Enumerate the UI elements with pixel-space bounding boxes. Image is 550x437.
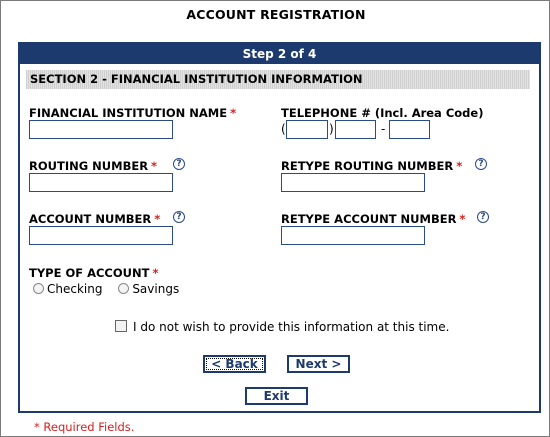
account-type-label-text: TYPE OF ACCOUNT (29, 266, 150, 280)
savings-option[interactable]: Savings (118, 282, 179, 296)
savings-label: Savings (132, 282, 180, 296)
retype-routing-label: RETYPE ROUTING NUMBER * (281, 159, 462, 173)
routing-number-label-text: ROUTING NUMBER (29, 159, 149, 173)
savings-radio[interactable] (118, 283, 130, 294)
institution-name-input[interactable] (29, 120, 173, 139)
account-number-label-text: ACCOUNT NUMBER (29, 212, 152, 226)
required-marker: * (459, 212, 466, 226)
institution-name-label-text: FINANCIAL INSTITUTION NAME (29, 106, 228, 120)
phone-close-paren: ) (329, 122, 334, 136)
phone-line-input[interactable] (389, 120, 430, 139)
phone-area-code-input[interactable] (286, 120, 328, 139)
account-number-input[interactable] (29, 226, 173, 245)
required-marker: * (152, 266, 159, 280)
retype-account-label: RETYPE ACCOUNT NUMBER * (281, 212, 465, 226)
retype-routing-help-icon[interactable]: ? (475, 158, 487, 170)
required-fields-note: * Required Fields. (34, 420, 135, 434)
account-type-options: Checking Savings (33, 282, 179, 296)
back-button[interactable]: < Back (203, 355, 266, 373)
opt-out-label[interactable]: I do not wish to provide this informatio… (133, 320, 449, 334)
retype-routing-label-text: RETYPE ROUTING NUMBER (281, 159, 454, 173)
required-marker: * (230, 106, 237, 120)
phone-open-paren: ( (281, 122, 286, 136)
phone-dash: - (381, 122, 386, 136)
checking-radio[interactable] (33, 283, 44, 294)
retype-routing-input[interactable] (281, 173, 425, 192)
required-marker: * (151, 159, 158, 173)
retype-account-input[interactable] (281, 226, 425, 245)
required-marker: * (456, 159, 463, 173)
page-title: ACCOUNT REGISTRATION (186, 7, 366, 22)
routing-number-label: ROUTING NUMBER * (29, 159, 157, 173)
section-heading: SECTION 2 - FINANCIAL INSTITUTION INFORM… (26, 70, 530, 89)
phone-prefix-input[interactable] (335, 120, 376, 139)
routing-help-icon[interactable]: ? (173, 158, 185, 170)
exit-button[interactable]: Exit (245, 387, 308, 405)
retype-account-help-icon[interactable]: ? (477, 211, 489, 223)
routing-number-input[interactable] (29, 173, 173, 192)
opt-out-checkbox[interactable] (115, 320, 127, 332)
required-marker: * (154, 212, 161, 226)
checking-label: Checking (47, 282, 103, 296)
institution-name-label: FINANCIAL INSTITUTION NAME * (29, 106, 236, 120)
account-help-icon[interactable]: ? (173, 211, 185, 223)
account-number-label: ACCOUNT NUMBER * (29, 212, 160, 226)
registration-window: ACCOUNT REGISTRATION Step 2 of 4 SECTION… (0, 0, 550, 437)
retype-account-label-text: RETYPE ACCOUNT NUMBER (281, 212, 457, 226)
next-button[interactable]: Next > (287, 355, 350, 373)
checking-option[interactable]: Checking (33, 282, 102, 296)
telephone-label: TELEPHONE # (Incl. Area Code) (281, 106, 484, 120)
form-panel: Step 2 of 4 SECTION 2 - FINANCIAL INSTIT… (18, 42, 541, 413)
step-indicator: Step 2 of 4 (20, 44, 539, 64)
account-type-label: TYPE OF ACCOUNT * (29, 266, 158, 280)
